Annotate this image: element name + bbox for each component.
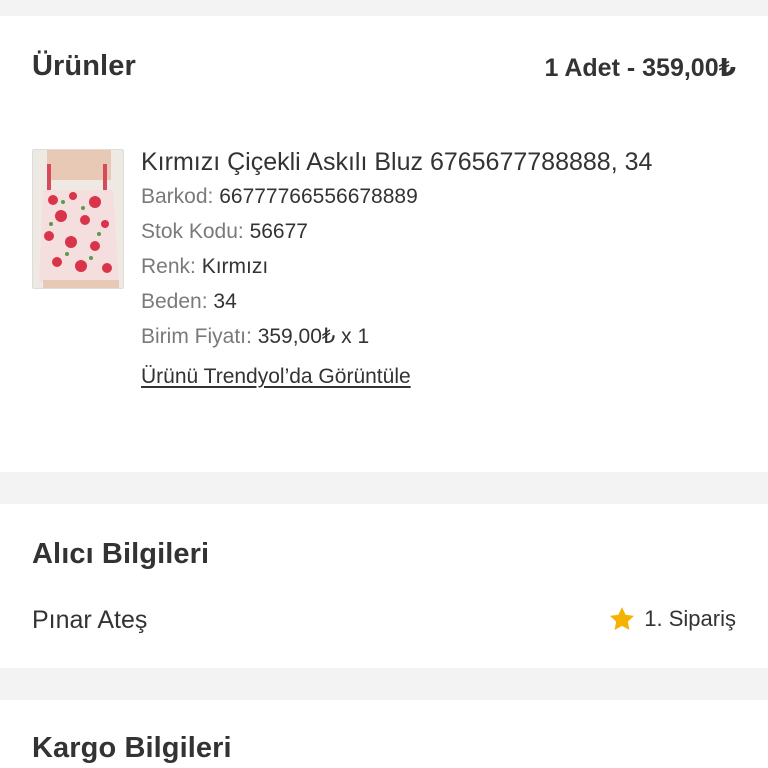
size-value: 34 bbox=[213, 290, 237, 313]
unit-price-label: Birim Fiyatı: bbox=[141, 325, 252, 348]
buyer-title: Alıcı Bilgileri bbox=[32, 538, 210, 570]
size-row: Beden: 34 bbox=[141, 286, 748, 318]
star-icon bbox=[610, 607, 635, 630]
order-count-badge: 1. Sipariş bbox=[608, 605, 736, 633]
color-label: Renk: bbox=[141, 255, 196, 278]
barcode-row: Barkod: 66777766556678889 bbox=[141, 181, 748, 213]
barcode-label: Barkod: bbox=[141, 185, 214, 208]
products-card: Ürünler 1 Adet - 359,00₺ Kırmızı Çiçekli… bbox=[0, 16, 768, 472]
stock-code-label: Stok Kodu: bbox=[141, 220, 244, 243]
cargo-card: Kargo Bilgileri bbox=[0, 700, 768, 768]
products-summary: 1 Adet - 359,00₺ bbox=[544, 54, 736, 82]
products-title: Ürünler bbox=[32, 50, 136, 82]
size-label: Beden: bbox=[141, 290, 208, 313]
product-name[interactable]: Kırmızı Çiçekli Askılı Bluz 676567778888… bbox=[141, 146, 748, 178]
color-value: Kırmızı bbox=[201, 255, 269, 278]
product-image-graphic bbox=[33, 150, 123, 288]
buyer-name: Pınar Ateş bbox=[32, 606, 148, 634]
product-info: Kırmızı Çiçekli Askılı Bluz 676567778888… bbox=[141, 146, 748, 389]
stock-code-value: 56677 bbox=[249, 220, 308, 243]
buyer-card: Alıcı Bilgileri Pınar Ateş 1. Sipariş bbox=[0, 504, 768, 668]
barcode-value: 66777766556678889 bbox=[219, 185, 418, 208]
order-detail-page: Ürünler 1 Adet - 359,00₺ Kırmızı Çiçekli… bbox=[0, 0, 768, 768]
order-count-text: 1. Sipariş bbox=[644, 606, 736, 631]
product-image[interactable] bbox=[32, 149, 124, 289]
stock-code-row: Stok Kodu: 56677 bbox=[141, 216, 748, 248]
cargo-title: Kargo Bilgileri bbox=[32, 732, 232, 764]
unit-price-row: Birim Fiyatı: 359,00₺ x 1 bbox=[141, 321, 748, 353]
unit-price-value: 359,00₺ x 1 bbox=[257, 325, 370, 348]
color-row: Renk: Kırmızı bbox=[141, 251, 748, 283]
view-on-trendyol-link[interactable]: Ürünü Trendyol’da Görüntüle bbox=[141, 365, 411, 389]
